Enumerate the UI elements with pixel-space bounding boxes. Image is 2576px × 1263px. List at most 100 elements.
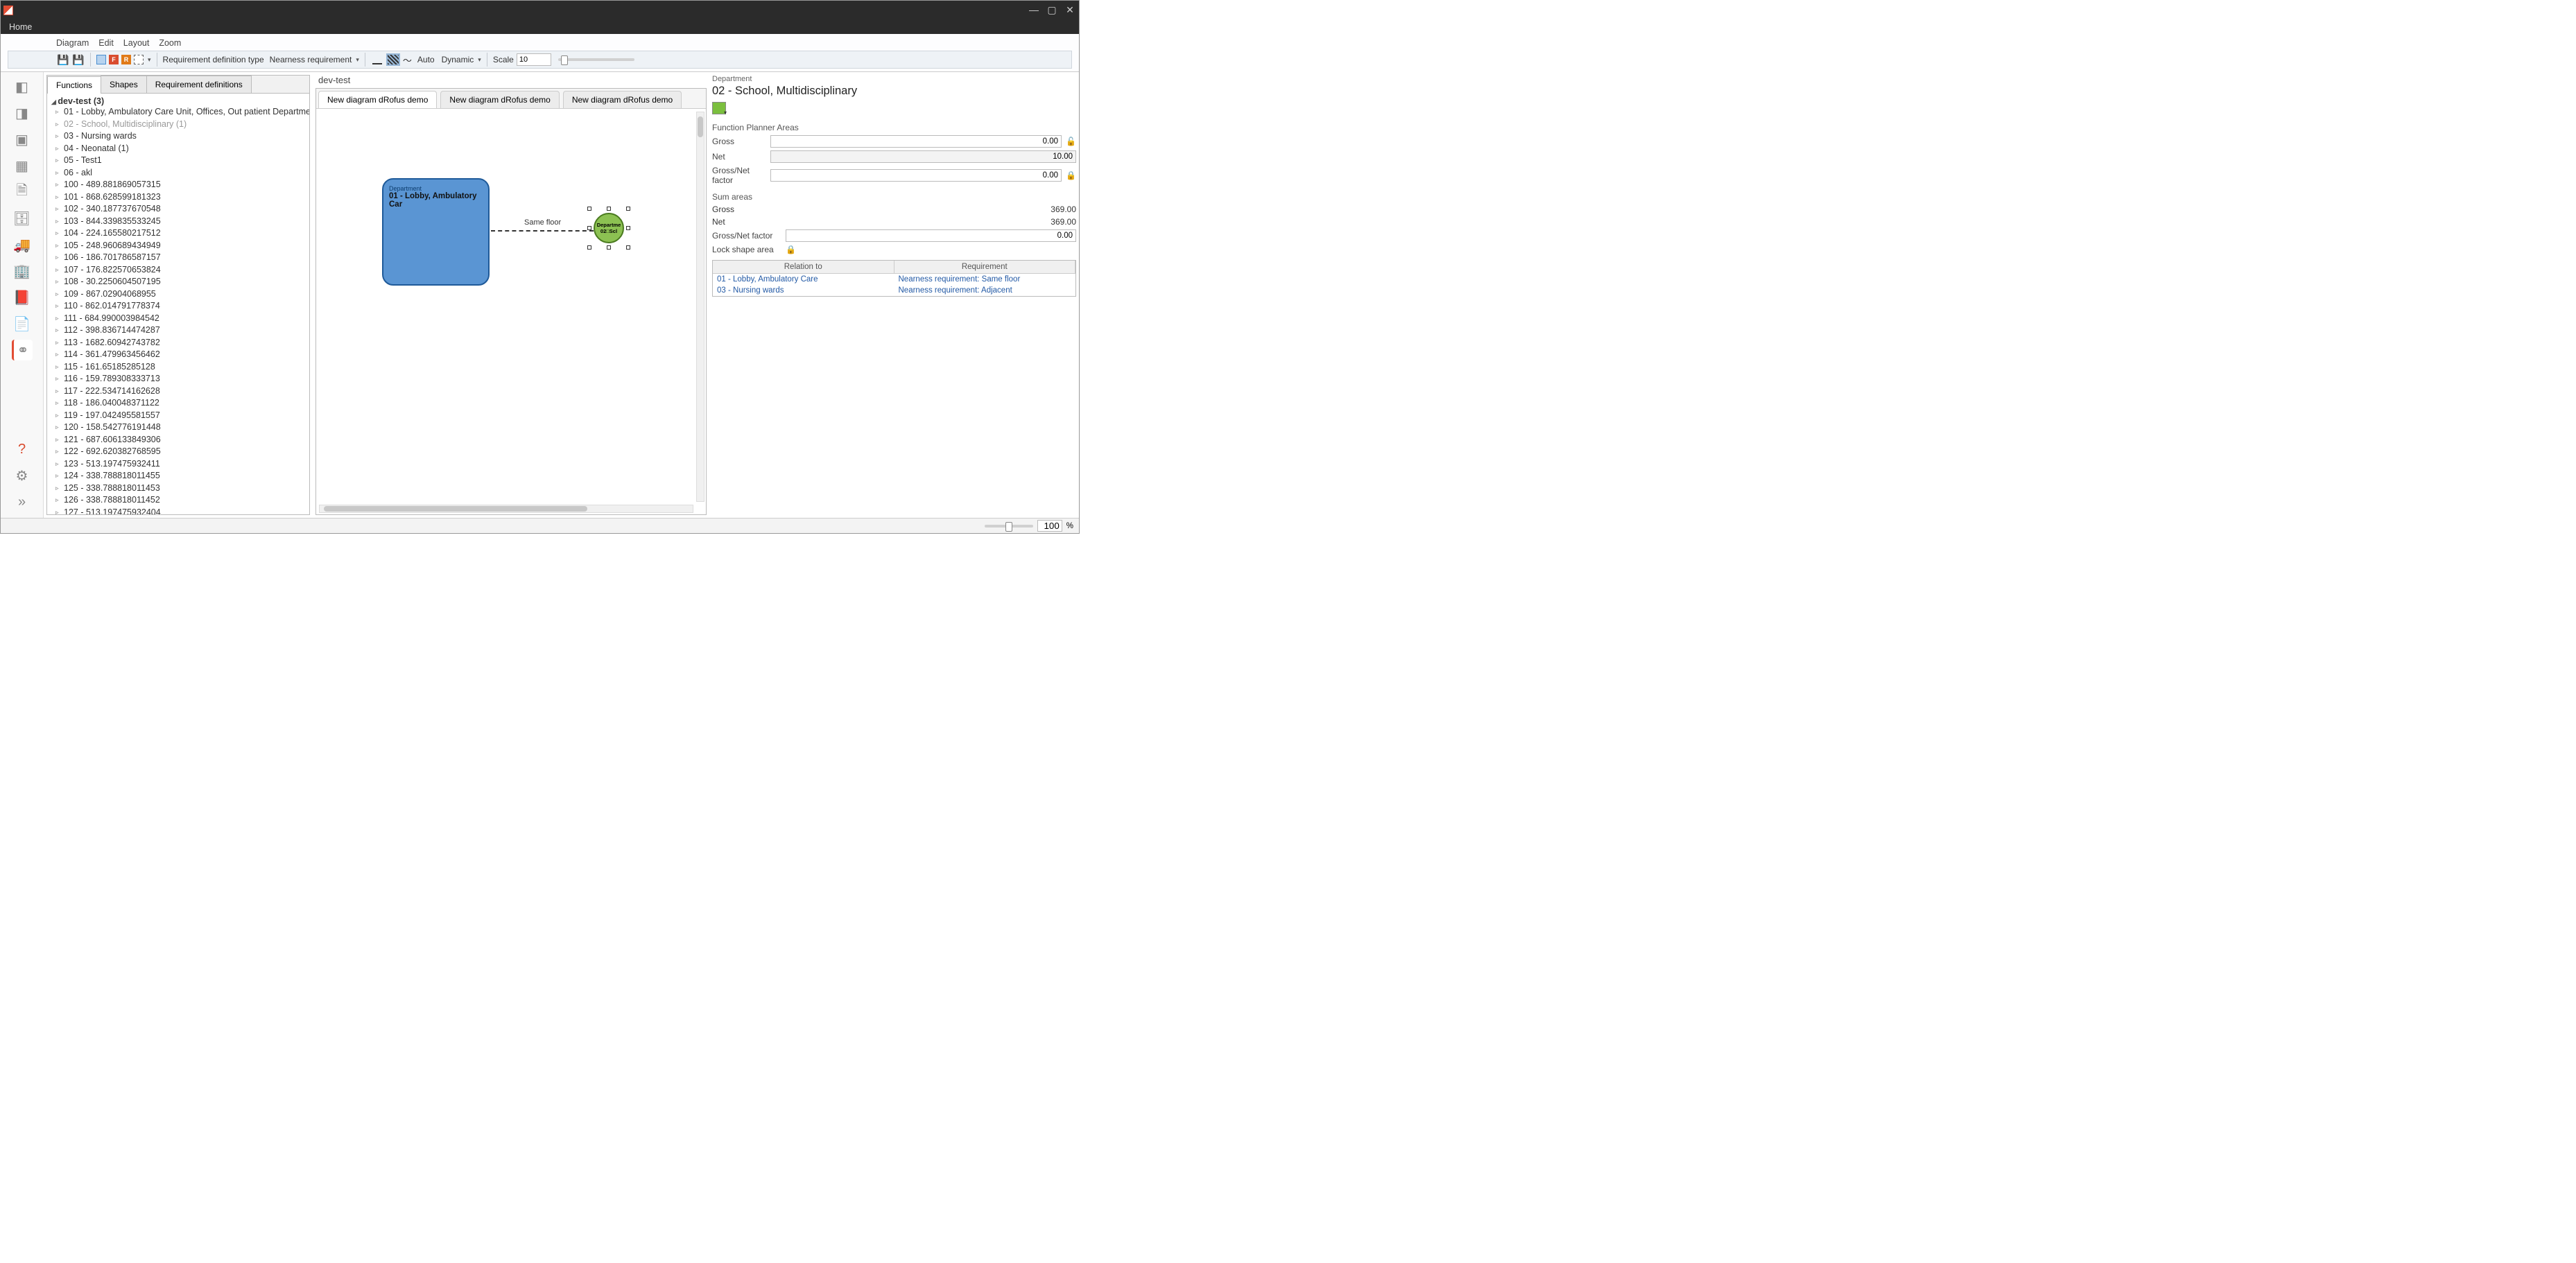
connector-dashed-icon[interactable] (386, 53, 400, 66)
tree-root[interactable]: dev-test (3) (51, 96, 305, 106)
tree-item[interactable]: 117 - 222.534714162628 (51, 385, 305, 398)
function-tree[interactable]: dev-test (3) 01 - Lobby, Ambulatory Care… (47, 94, 309, 514)
tree-item[interactable]: 124 - 338.788818011455 (51, 470, 305, 482)
scale-input[interactable] (517, 53, 551, 66)
tree-item[interactable]: 110 - 862.014791778374 (51, 300, 305, 313)
toolbar-auto[interactable]: Auto (417, 55, 435, 64)
tree-item[interactable]: 06 - akl (51, 167, 305, 180)
maximize-button[interactable]: ▢ (1046, 4, 1058, 17)
close-button[interactable]: ✕ (1064, 4, 1076, 17)
tree-item[interactable]: 106 - 186.701786587157 (51, 252, 305, 264)
tree-item[interactable]: 05 - Test1 (51, 155, 305, 167)
col-relation-to[interactable]: Relation to (713, 261, 894, 273)
tree-item[interactable]: 114 - 361.479963456462 (51, 349, 305, 361)
relation-req[interactable]: Nearness requirement: Adjacent (894, 285, 1076, 296)
rail-truck-icon[interactable]: 🚚 (12, 234, 33, 255)
menu-zoom[interactable]: Zoom (159, 38, 181, 48)
tree-item[interactable]: 126 - 338.788818011452 (51, 494, 305, 507)
rail-db-icon[interactable]: 🗄 (12, 208, 33, 229)
save-icon[interactable] (57, 53, 69, 66)
diagram-canvas[interactable]: Department 01 - Lobby, Ambulatory Car Sa… (316, 109, 706, 514)
canvas-tab[interactable]: New diagram dRofus demo (318, 91, 437, 108)
rail-doc-icon[interactable]: 🗎 (12, 182, 33, 202)
menu-diagram[interactable]: Diagram (56, 38, 89, 48)
connector-straight-icon[interactable] (371, 53, 383, 66)
rail-cube-icon[interactable]: ◧ (12, 76, 33, 97)
tree-item[interactable]: 01 - Lobby, Ambulatory Care Unit, Office… (51, 106, 305, 119)
menu-edit[interactable]: Edit (98, 38, 114, 48)
menu-layout[interactable]: Layout (123, 38, 150, 48)
tree-item[interactable]: 104 - 224.165580217512 (51, 227, 305, 240)
tree-item[interactable]: 107 - 176.822570653824 (51, 264, 305, 277)
tree-item[interactable]: 115 - 161.65185285128 (51, 361, 305, 374)
tab-shapes[interactable]: Shapes (101, 76, 147, 93)
tree-item[interactable]: 111 - 684.990003984542 (51, 313, 305, 325)
settings-icon[interactable]: ⚙ (12, 465, 33, 486)
tree-item[interactable]: 121 - 687.606133849306 (51, 434, 305, 446)
relation-to[interactable]: 01 - Lobby, Ambulatory Care (713, 274, 894, 285)
rail-book-icon[interactable]: 📕 (12, 287, 33, 308)
gnf-lock-icon[interactable]: 🔒 (1066, 171, 1076, 180)
relation-row[interactable]: 01 - Lobby, Ambulatory CareNearness requ… (713, 274, 1075, 285)
zoom-input[interactable] (1037, 520, 1062, 532)
shape-rect-icon[interactable] (96, 55, 106, 64)
req-def-type-value[interactable]: Nearness requirement (270, 55, 352, 64)
tab-functions[interactable]: Functions (47, 76, 101, 94)
edge-same-floor[interactable] (491, 230, 594, 232)
rail-building-icon[interactable]: 🏢 (12, 261, 33, 281)
tree-item[interactable]: 113 - 1682.60942743782 (51, 337, 305, 349)
node-department-01[interactable]: Department 01 - Lobby, Ambulatory Car (382, 178, 490, 286)
menubar-home[interactable]: Home (1, 20, 1079, 34)
shape-room-icon[interactable]: R (121, 55, 131, 64)
rail-box-icon[interactable]: ▣ (12, 129, 33, 150)
sum-gnf-input[interactable] (786, 229, 1076, 242)
tree-item[interactable]: 101 - 868.628599181323 (51, 191, 305, 204)
gross-input[interactable] (770, 135, 1062, 148)
canvas-tab[interactable]: New diagram dRofus demo (440, 91, 559, 108)
tree-item[interactable]: 102 - 340.187737670548 (51, 203, 305, 216)
gnf-input[interactable] (770, 169, 1062, 182)
tree-item[interactable]: 103 - 844.339835533245 (51, 216, 305, 228)
tree-item[interactable]: 02 - School, Multidisciplinary (1) (51, 119, 305, 131)
tree-item[interactable]: 123 - 513.197475932411 (51, 458, 305, 471)
tree-item[interactable]: 105 - 248.960689434949 (51, 240, 305, 252)
tree-item[interactable]: 127 - 513.197475932404 (51, 507, 305, 515)
lock-shape-icon[interactable]: 🔒 (786, 245, 796, 254)
tree-item[interactable]: 122 - 692.620382768595 (51, 446, 305, 458)
tree-item[interactable]: 125 - 338.788818011453 (51, 482, 305, 495)
gross-lock-icon[interactable]: 🔓 (1066, 137, 1076, 146)
col-requirement[interactable]: Requirement (894, 261, 1076, 273)
tree-item[interactable]: 109 - 867.02904068955 (51, 288, 305, 301)
tree-item[interactable]: 108 - 30.2250604507195 (51, 276, 305, 288)
scale-slider[interactable] (558, 58, 634, 61)
tree-item[interactable]: 04 - Neonatal (1) (51, 143, 305, 155)
shape-group-icon[interactable] (134, 55, 144, 64)
color-swatch[interactable] (712, 102, 726, 114)
help-icon[interactable]: ? (12, 439, 33, 460)
rail-diagram-icon[interactable]: ⚭ (12, 340, 33, 360)
minimize-button[interactable]: — (1028, 4, 1040, 17)
rail-boxes-icon[interactable]: ▦ (12, 155, 33, 176)
dynamic-dropdown-icon[interactable]: ▾ (478, 56, 481, 64)
tree-item[interactable]: 118 - 186.040048371122 (51, 397, 305, 410)
tab-req-defs[interactable]: Requirement definitions (146, 76, 252, 93)
tree-item[interactable]: 03 - Nursing wards (51, 130, 305, 143)
zoom-slider[interactable] (985, 525, 1033, 528)
tree-item[interactable]: 120 - 158.542776191448 (51, 421, 305, 434)
tree-item[interactable]: 119 - 197.042495581557 (51, 410, 305, 422)
save-all-icon[interactable] (72, 53, 85, 66)
canvas-vscroll[interactable] (696, 112, 704, 502)
relation-to[interactable]: 03 - Nursing wards (713, 285, 894, 296)
canvas-hscroll[interactable] (319, 505, 693, 513)
tree-item[interactable]: 100 - 489.881869057315 (51, 179, 305, 191)
relation-row[interactable]: 03 - Nursing wardsNearness requirement: … (713, 285, 1075, 296)
tree-item[interactable]: 112 - 398.836714474287 (51, 324, 305, 337)
expand-rail-icon[interactable]: » (12, 491, 33, 512)
shape-function-icon[interactable]: F (109, 55, 119, 64)
rail-cubes-icon[interactable]: ◨ (12, 103, 33, 123)
canvas-tab[interactable]: New diagram dRofus demo (563, 91, 682, 108)
toolbar-dynamic[interactable]: Dynamic (442, 55, 474, 64)
req-def-dropdown-icon[interactable]: ▾ (356, 56, 359, 64)
relation-req[interactable]: Nearness requirement: Same floor (894, 274, 1076, 285)
shape-dropdown-icon[interactable]: ▾ (148, 56, 151, 64)
